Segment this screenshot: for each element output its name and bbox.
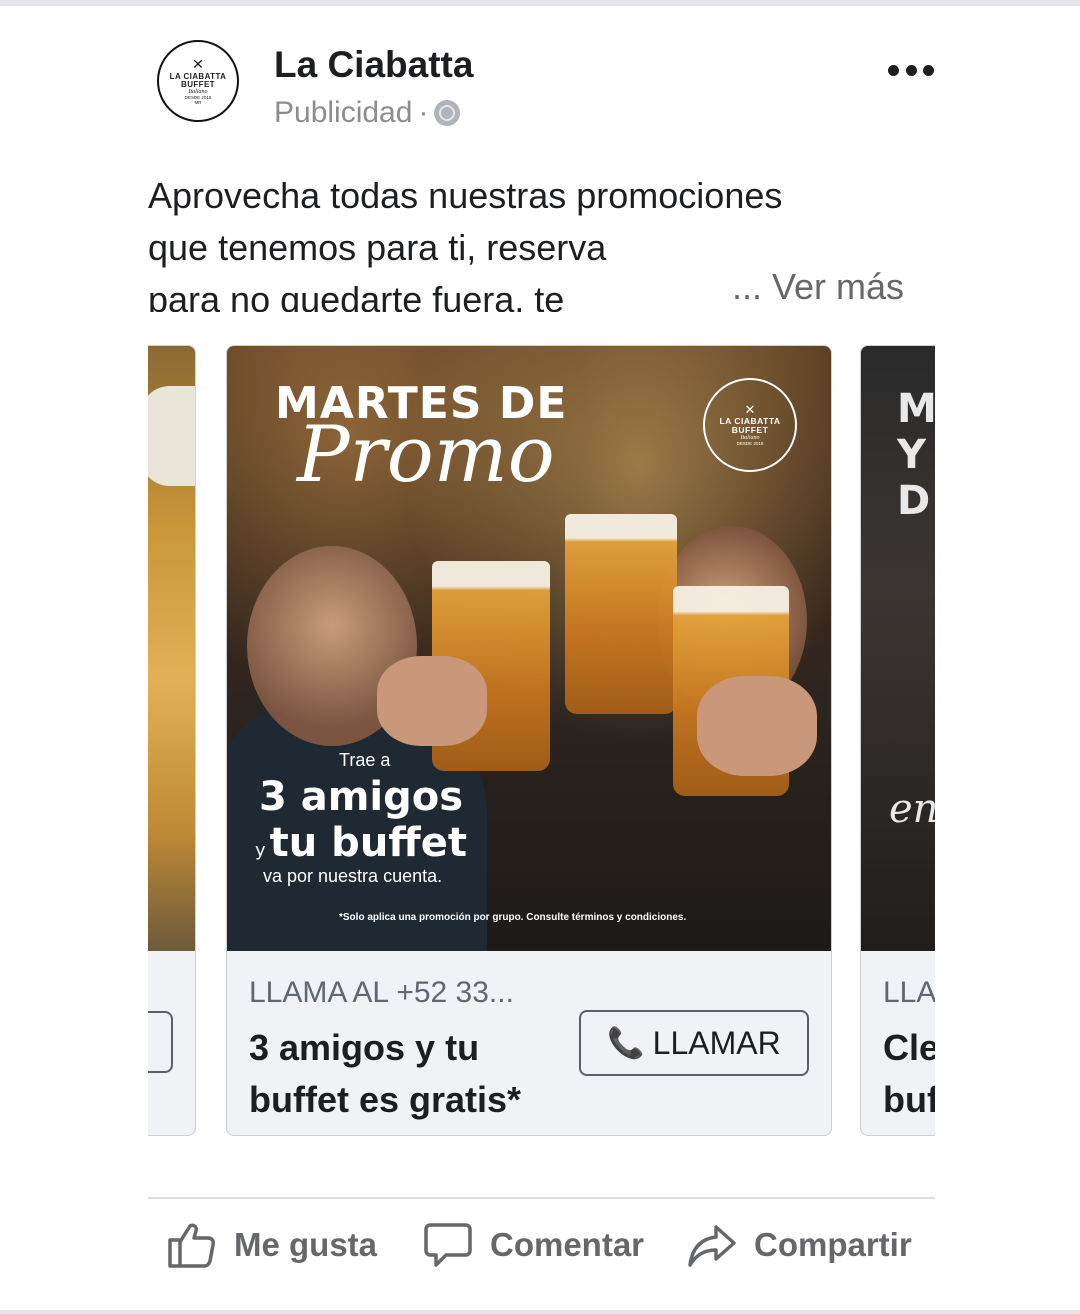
action-divider bbox=[148, 1197, 935, 1199]
logo-text-4: DESDE 2018 bbox=[736, 441, 764, 447]
more-options-button[interactable] bbox=[888, 55, 934, 85]
top-border bbox=[0, 0, 1080, 6]
carousel-card-previous[interactable] bbox=[148, 345, 196, 1136]
hand-shape bbox=[377, 656, 487, 746]
more-dot-icon bbox=[888, 64, 899, 76]
post-line: Aprovecha todas nuestras promociones bbox=[148, 175, 783, 216]
logo-text-2: BUFFET bbox=[731, 424, 769, 435]
promo-va: va por nuestra cuenta. bbox=[263, 866, 443, 886]
card-headline-line: buf bbox=[883, 1079, 935, 1120]
carousel-card-next[interactable]: M Y D en LLA Cle buf bbox=[860, 345, 935, 1136]
promo-fine-print: *Solo aplica una promoción por grupo. Co… bbox=[339, 912, 687, 923]
card-headline-line: Cle bbox=[883, 1027, 935, 1068]
hand-shape bbox=[697, 676, 817, 776]
fork-knife-icon: ✕ bbox=[192, 56, 204, 72]
comment-label: Comentar bbox=[490, 1226, 645, 1263]
thumbs-up-icon bbox=[168, 1223, 215, 1268]
comment-button[interactable]: Comentar bbox=[424, 1210, 644, 1280]
meta-separator: · bbox=[418, 96, 429, 129]
promo-trae: Trae a bbox=[339, 750, 391, 770]
card-image[interactable]: MARTES DE Promo ✕ LA CIABATTA BUFFET Ita… bbox=[227, 346, 831, 951]
more-dot-icon bbox=[923, 64, 934, 76]
post-meta: Publicidad · bbox=[274, 96, 461, 130]
beer-glass-shape bbox=[565, 514, 677, 714]
avatar-text-2: BUFFET bbox=[181, 80, 215, 89]
like-label: Me gusta bbox=[234, 1226, 378, 1263]
sponsored-label: Publicidad bbox=[274, 96, 413, 129]
avatar-text-5: MR bbox=[194, 99, 202, 105]
promo-buffet: y tu buffet bbox=[255, 820, 467, 866]
beer-foam-shape bbox=[148, 386, 195, 486]
page-name-link[interactable]: La Ciabatta bbox=[274, 44, 473, 86]
share-button[interactable]: Compartir bbox=[688, 1210, 912, 1280]
carousel-card[interactable]: MARTES DE Promo ✕ LA CIABATTA BUFFET Ita… bbox=[226, 345, 832, 1136]
card-image[interactable]: M Y D en bbox=[861, 346, 935, 951]
share-icon bbox=[688, 1225, 736, 1267]
bottom-border bbox=[0, 1310, 1080, 1314]
image-script: en bbox=[889, 786, 935, 832]
share-label: Compartir bbox=[754, 1226, 912, 1263]
promo-script: Promo bbox=[297, 410, 555, 500]
promo-amigos: 3 amigos bbox=[259, 774, 464, 820]
ad-carousel[interactable]: MARTES DE Promo ✕ LA CIABATTA BUFFET Ita… bbox=[148, 345, 935, 1138]
call-button-partial[interactable] bbox=[148, 1011, 173, 1073]
card-headline[interactable]: Cle buf bbox=[883, 1022, 935, 1126]
comment-icon bbox=[424, 1223, 472, 1267]
like-button[interactable]: Me gusta bbox=[166, 1210, 377, 1280]
card-headline[interactable]: 3 amigos y tu buffet es gratis* bbox=[249, 1022, 569, 1126]
image-letter: Y bbox=[897, 432, 926, 478]
brand-logo: ✕ LA CIABATTA BUFFET Italiano DESDE 2018 bbox=[703, 378, 797, 472]
phone-icon: 📞 bbox=[607, 1026, 645, 1060]
card-cta-subtitle: LLAMA AL +52 33... bbox=[249, 976, 514, 1009]
call-button[interactable]: 📞 LLAMAR bbox=[579, 1010, 809, 1076]
call-button-label: LLAMAR bbox=[652, 1024, 781, 1061]
card-cta-subtitle: LLA bbox=[883, 976, 935, 1009]
see-more-link[interactable]: ... Ver más bbox=[732, 266, 904, 308]
card-image[interactable] bbox=[148, 346, 195, 951]
image-letter: D bbox=[897, 478, 931, 524]
more-dot-icon bbox=[905, 64, 917, 76]
action-bar: Me gusta Comentar Compartir bbox=[148, 1210, 935, 1280]
globe-icon bbox=[434, 100, 461, 126]
page-avatar[interactable]: ✕ LA CIABATTA BUFFET Italiano DESDE 2018… bbox=[157, 40, 239, 122]
image-letter: M bbox=[897, 386, 935, 432]
promo-buffet-text: tu buffet bbox=[269, 820, 467, 866]
fork-knife-icon: ✕ bbox=[744, 402, 756, 418]
promo-y: y bbox=[255, 840, 266, 861]
